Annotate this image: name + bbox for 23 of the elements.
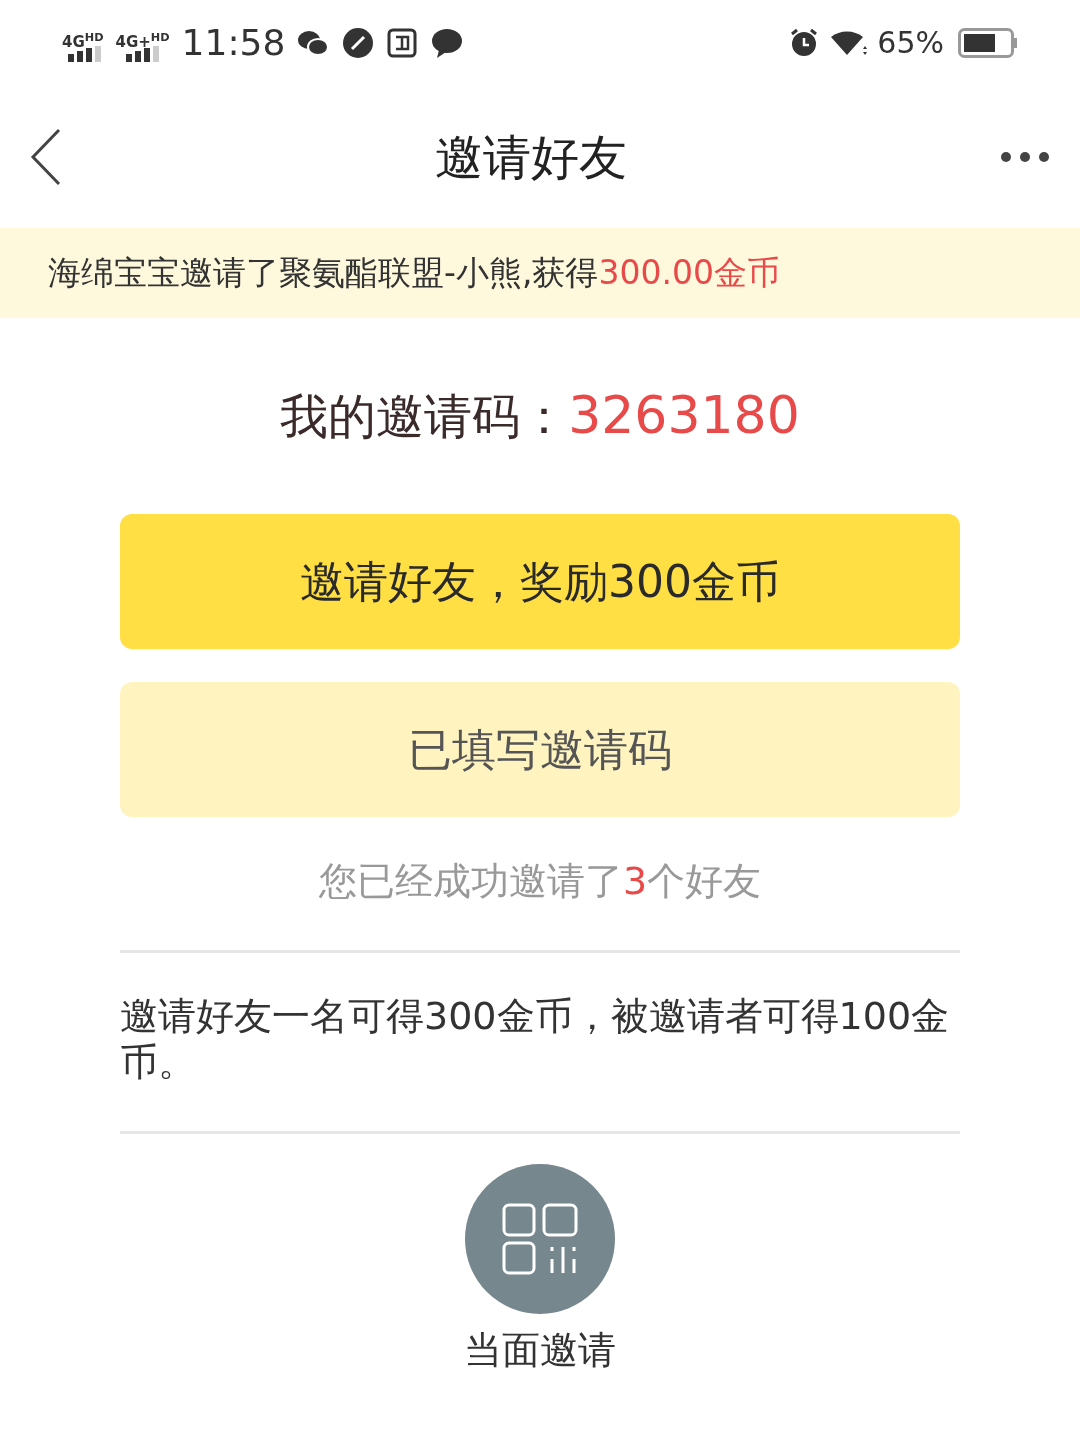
- invited-count-text: 您已经成功邀请了 3个好友: [318, 858, 762, 905]
- battery-percent: 65%: [877, 24, 944, 62]
- rules-text: 邀请好友一名可得300金币，被邀请者可得100金币。: [120, 993, 951, 1086]
- signal-icon: [125, 45, 160, 62]
- invite-button[interactable]: 邀请好友，奖励300金币: [120, 514, 960, 649]
- battery-icon: [958, 27, 1018, 58]
- notice-banner: 海绵宝宝邀请了聚氨酯联盟-小熊,获得300.00金币: [0, 228, 1080, 318]
- signal-label: 4G$^{HD}$: [62, 35, 104, 50]
- code-filled-button[interactable]: 已填写邀请码: [120, 682, 960, 817]
- message-icon: [431, 27, 464, 58]
- invite-code-label: 我的邀请码：: [280, 387, 569, 446]
- face-to-face-label: 当面邀请: [464, 1327, 616, 1374]
- invite-code: 3263180: [568, 384, 800, 447]
- clock-time: 11:58: [181, 20, 286, 65]
- signal-icon: [67, 45, 102, 62]
- app-icon: [387, 27, 418, 58]
- more-icon[interactable]: [1000, 150, 1050, 163]
- gauge-icon: [343, 27, 374, 58]
- back-icon[interactable]: [30, 127, 62, 186]
- qr-code-icon: [502, 1203, 578, 1275]
- alarm-icon: [789, 27, 820, 58]
- page-title: 邀请好友: [435, 127, 627, 187]
- signal-label: 4G+$^{HD}$: [115, 35, 170, 50]
